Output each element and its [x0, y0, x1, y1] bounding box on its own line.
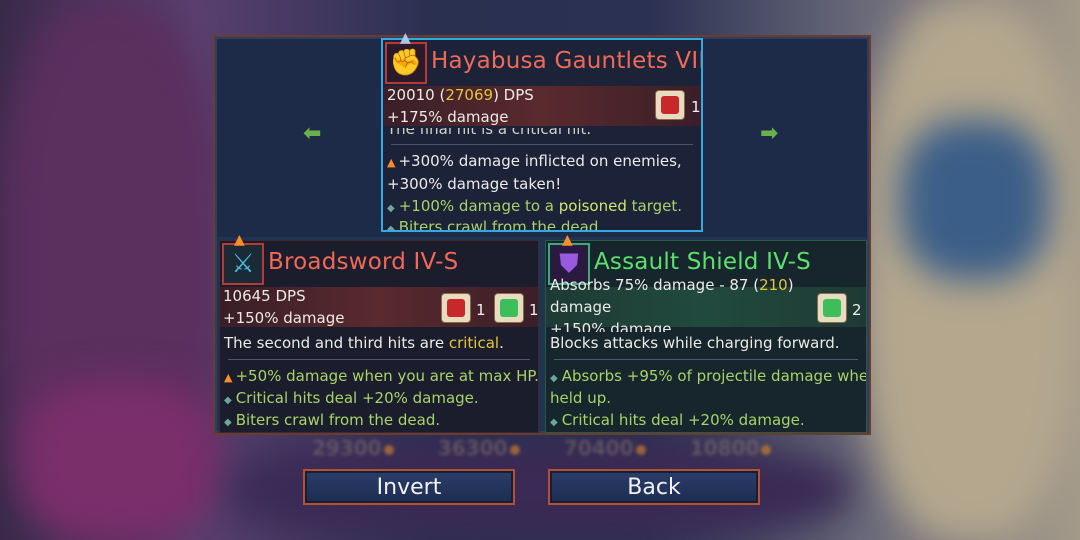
- affix-line: ◆ +100% damage to a poisoned target.: [387, 197, 683, 215]
- affix-line-cont: held up.: [550, 389, 611, 407]
- flame-icon: ▲: [562, 232, 573, 248]
- dps-value: 10645 DPS: [223, 287, 306, 305]
- price: 36300: [438, 436, 520, 460]
- affix-line: ▲ +50% damage when you are at max HP.: [224, 367, 539, 385]
- absorb-value-cont: damage: [550, 298, 612, 316]
- absorb-value: Absorbs 75% damage - 87 (210): [550, 276, 794, 294]
- affix-line: ◆ Biters crawl from the dead.: [224, 411, 441, 429]
- item-card-hayabusa-gauntlets[interactable]: ✊ Hayabusa Gauntlets VIII++ 20010 (27069…: [381, 38, 703, 232]
- scroll-count: 1: [529, 301, 539, 319]
- previous-arrow-icon[interactable]: ⬅: [303, 121, 321, 146]
- damage-bonus: +150% damage: [223, 309, 345, 327]
- item-title: Hayabusa Gauntlets VIII++: [431, 48, 703, 74]
- item-card-assault-shield[interactable]: ⛊ Assault Shield IV-S Absorbs 75% damage…: [545, 240, 867, 433]
- next-arrow-icon[interactable]: ➡: [760, 121, 778, 146]
- price: 10800: [690, 436, 772, 460]
- item-card-broadsword[interactable]: ⚔ Broadsword IV-S 10645 DPS +150% damage…: [219, 240, 539, 433]
- green-scroll-icon: [494, 293, 524, 323]
- gauntlets-icon: ✊: [385, 42, 427, 84]
- item-title: Assault Shield IV-S: [594, 249, 811, 275]
- back-button[interactable]: Back: [548, 469, 760, 505]
- scroll-count: 1: [476, 301, 486, 319]
- damage-bonus: +175% damage: [387, 108, 509, 126]
- affix-line: ◆ Absorbs +95% of projectile damage when: [550, 367, 867, 385]
- scroll-count: 2: [852, 301, 862, 319]
- broadsword-icon: ⚔: [222, 243, 264, 285]
- invert-button[interactable]: Invert: [303, 469, 515, 505]
- affix-line: ◆ Biters crawl from the dead.: [387, 218, 604, 232]
- affix-line: ▲ +300% damage inflicted on enemies,: [387, 152, 682, 170]
- price: 29300: [312, 436, 394, 460]
- dps-value: 20010 (27069) DPS: [387, 86, 534, 104]
- item-description: The second and third hits are critical.: [224, 334, 504, 352]
- price-row-background: 29300 36300 70400 10800: [312, 436, 809, 460]
- item-title: Broadsword IV-S: [268, 249, 459, 275]
- affix-line-cont: +300% damage taken!: [387, 175, 562, 193]
- flame-icon: ▲: [234, 232, 245, 248]
- item-description: Blocks attacks while charging forward.: [550, 334, 840, 352]
- flame-icon: ▲: [400, 30, 411, 46]
- red-scroll-icon: [655, 90, 685, 120]
- affix-line: ◆ Critical hits deal +20% damage.: [550, 411, 805, 429]
- scroll-count: 1: [691, 98, 701, 116]
- green-scroll-icon: [817, 293, 847, 323]
- affix-line: ◆ Critical hits deal +20% damage.: [224, 389, 479, 407]
- price: 70400: [564, 436, 646, 460]
- red-scroll-icon: [441, 293, 471, 323]
